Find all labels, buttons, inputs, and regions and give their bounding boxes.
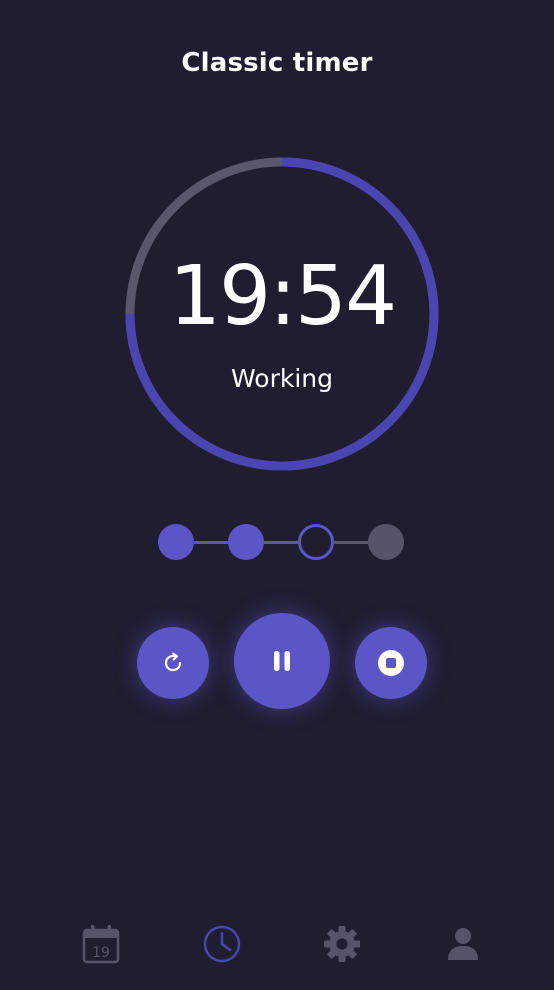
user-icon [448, 928, 478, 960]
clock-icon [203, 925, 241, 963]
calendar-icon: 19 [82, 925, 120, 964]
gear-icon [324, 926, 360, 962]
bottom-nav: 19 [0, 920, 554, 968]
timer-status: Working [231, 364, 333, 393]
pause-button[interactable] [234, 613, 330, 709]
time-display: 19:54 [168, 249, 397, 344]
session-dot-upcoming [368, 524, 404, 560]
nav-item-settings[interactable] [318, 920, 366, 968]
session-connector [264, 541, 298, 544]
calendar-day-label: 19 [92, 945, 110, 961]
nav-item-calendar[interactable]: 19 [77, 920, 125, 968]
stop-icon [378, 650, 404, 676]
restart-icon [164, 652, 182, 672]
timer-ring: 19:54 Working [124, 156, 440, 472]
nav-item-timer[interactable] [198, 920, 246, 968]
timer-controls [0, 612, 554, 712]
stop-button[interactable] [355, 627, 427, 699]
restart-button[interactable] [137, 627, 209, 699]
page-title: Classic timer [181, 48, 373, 78]
session-dot-current [298, 524, 334, 560]
timer-screen: Classic timer 19:54 Working 19 [0, 0, 554, 990]
session-dot-completed [228, 524, 264, 560]
pause-icon [274, 651, 290, 671]
session-progress [158, 522, 404, 562]
session-dot-completed [158, 524, 194, 560]
session-connector [194, 541, 228, 544]
session-connector [334, 541, 368, 544]
nav-item-profile[interactable] [439, 920, 487, 968]
